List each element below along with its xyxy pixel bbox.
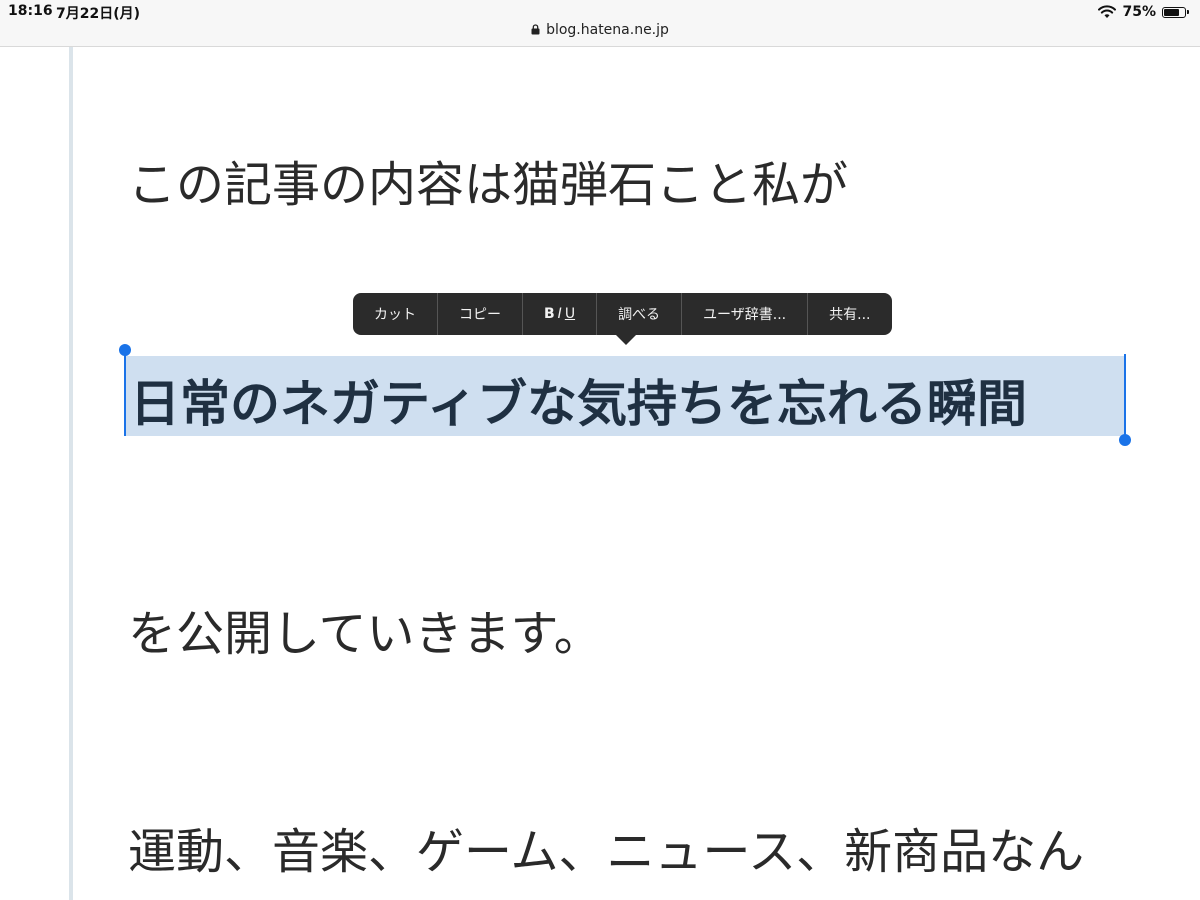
menu-format-button[interactable]: BIU (523, 293, 598, 335)
status-time: 18:16 (8, 3, 53, 19)
menu-share-button[interactable]: 共有... (808, 293, 891, 335)
menu-cut-button[interactable]: カット (353, 293, 438, 335)
url-text: blog.hatena.ne.jp (546, 22, 669, 38)
selection-end-caret[interactable] (1124, 354, 1126, 436)
article-paragraph-3[interactable]: を公開していきます。 (128, 594, 602, 664)
status-date: 7月22日(月) (56, 6, 141, 22)
menu-copy-button[interactable]: コピー (438, 293, 523, 335)
bold-label: B (544, 306, 555, 322)
article-paragraph-4[interactable]: 運動、音楽、ゲーム、ニュース、新商品なん (128, 812, 1084, 882)
menu-lookup-button[interactable]: 調べる (597, 293, 683, 335)
lock-icon (531, 24, 540, 35)
status-indicators: 75% (1098, 3, 1189, 21)
context-menu-pointer (616, 335, 636, 345)
wifi-icon (1098, 5, 1117, 18)
selection-start-caret[interactable] (124, 354, 126, 436)
editor-left-border (69, 47, 73, 900)
url-bar[interactable]: blog.hatena.ne.jp (0, 22, 1200, 38)
selection-start-handle[interactable] (119, 344, 131, 356)
selection-end-handle[interactable] (1119, 434, 1131, 446)
battery-icon (1162, 6, 1189, 18)
menu-user-dictionary-button[interactable]: ユーザ辞書... (682, 293, 809, 335)
text-context-menu: カット コピー BIU 調べる ユーザ辞書... 共有... (353, 293, 892, 335)
status-bar: 18:16 7月22日(月) 75% blog.hatena.ne.jp (0, 0, 1200, 47)
selected-heading-text[interactable]: 日常のネガティブな気持ちを忘れる瞬間 (130, 364, 1027, 436)
italic-label: I (557, 306, 562, 322)
battery-percent: 75% (1122, 4, 1156, 20)
article-paragraph-1[interactable]: この記事の内容は猫弾石こと私が (128, 145, 848, 215)
underline-label: U (564, 306, 576, 322)
